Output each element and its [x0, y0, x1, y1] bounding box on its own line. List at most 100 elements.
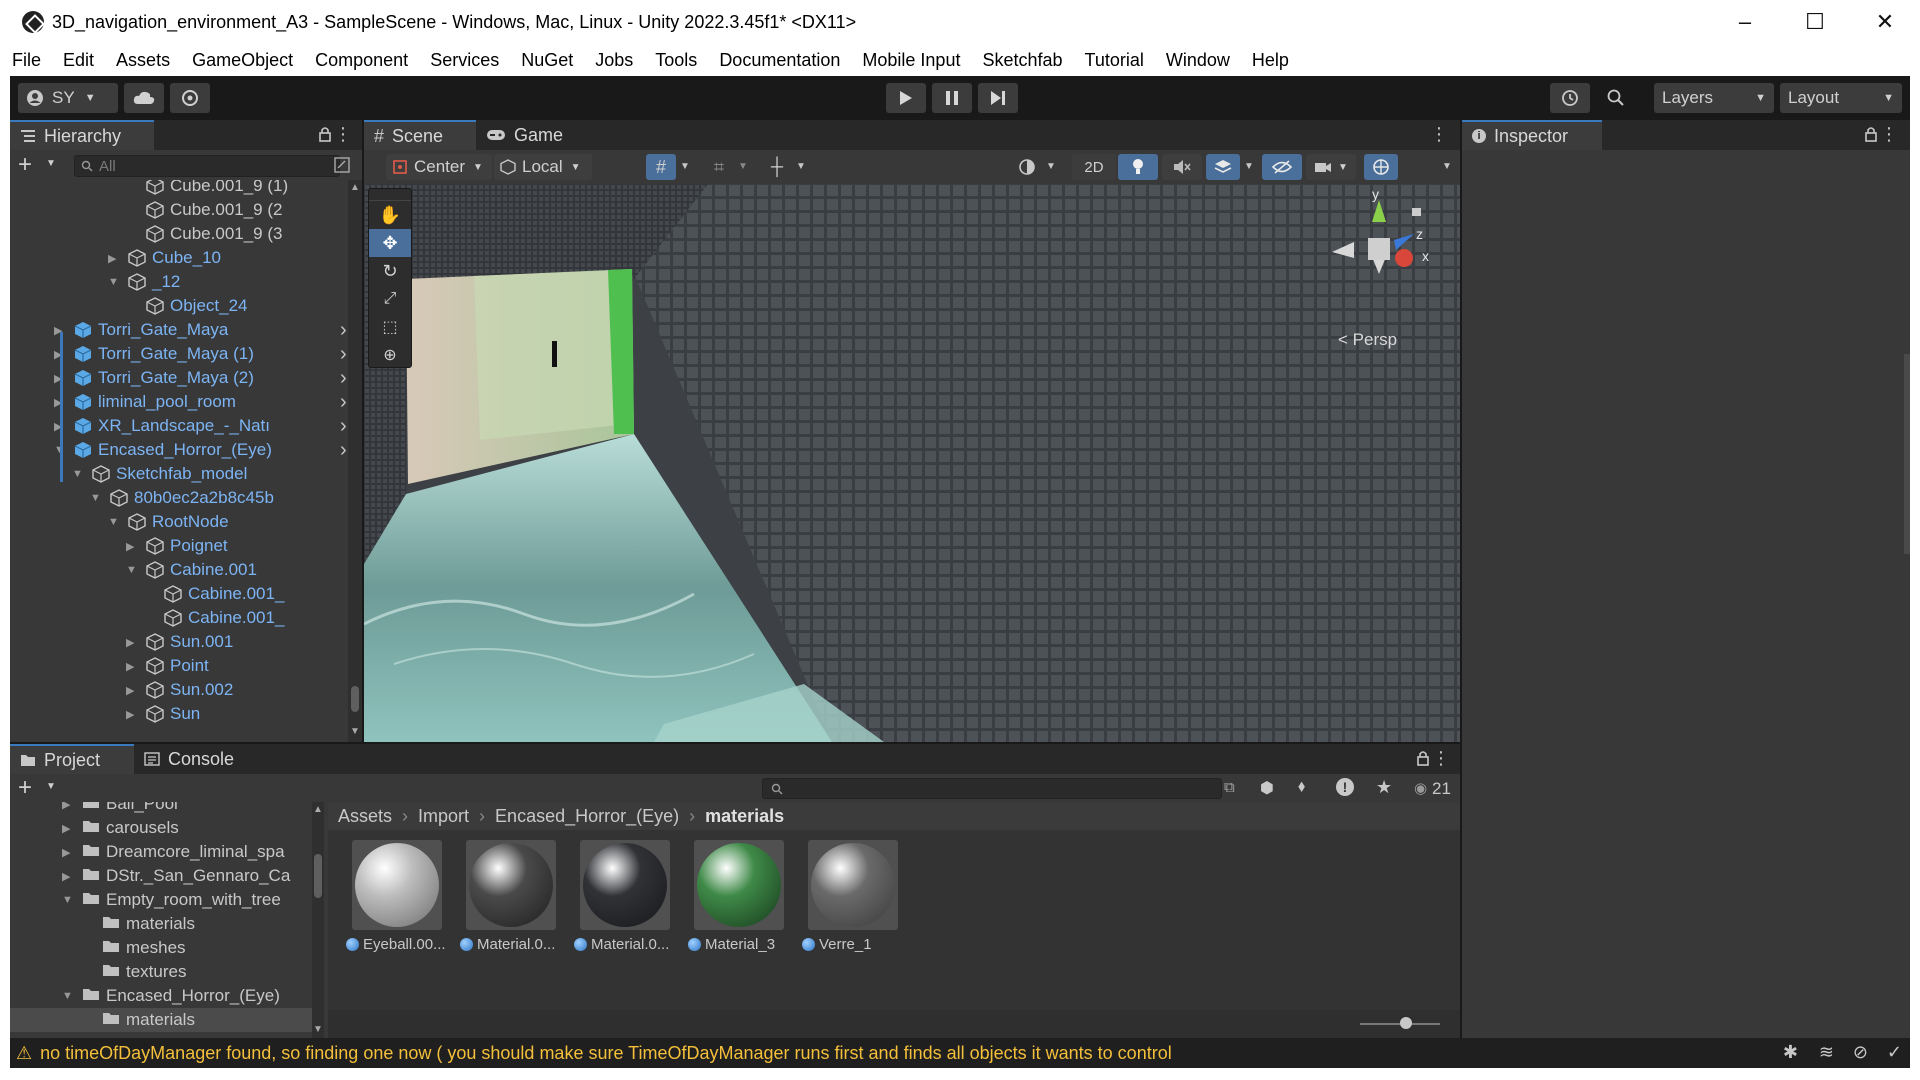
expand-arrow-right-icon[interactable]: ▶ — [62, 870, 76, 883]
menu-documentation[interactable]: Documentation — [719, 50, 840, 71]
hierarchy-item[interactable]: Cabine.001_ — [144, 606, 284, 630]
tab-inspector[interactable]: i Inspector — [1462, 120, 1602, 150]
hierarchy-item[interactable]: ▶ Sun.001 — [126, 630, 233, 654]
tab-hierarchy[interactable]: Hierarchy — [10, 120, 154, 150]
layout-dropdown[interactable]: Layout ▼ — [1780, 83, 1902, 113]
scroll-up-icon[interactable]: ▲ — [350, 182, 360, 193]
hierarchy-item[interactable]: Cube.001_9 (2 — [126, 198, 282, 222]
orientation-gizmo[interactable]: y z x — [1324, 186, 1434, 304]
camera-settings-button[interactable]: ▼ — [1306, 154, 1356, 180]
favorite-star-icon[interactable]: ★ — [1376, 777, 1392, 798]
hand-tool-button[interactable]: ✋ — [369, 201, 411, 229]
chevron-down-icon[interactable]: ▼ — [46, 158, 56, 169]
menu-window[interactable]: Window — [1166, 50, 1230, 71]
hierarchy-item[interactable]: ▼ Cabine.001 — [126, 558, 257, 582]
menu-help[interactable]: Help — [1252, 50, 1289, 71]
open-prefab-chevron-icon[interactable]: › — [340, 367, 347, 390]
search-options-icon[interactable]: ⧉ — [1224, 779, 1235, 796]
rect-tool-button[interactable]: ⬚ — [369, 313, 411, 341]
close-button[interactable]: ✕ — [1850, 0, 1920, 44]
material-asset[interactable]: Eyeball.00... — [346, 840, 446, 970]
hidden-packages-icon[interactable]: ◉ — [1414, 779, 1427, 797]
more-menu-icon[interactable]: ⋮ — [1430, 124, 1448, 145]
menu-tutorial[interactable]: Tutorial — [1085, 50, 1144, 71]
expand-arrow-down-icon[interactable]: ▼ — [62, 990, 76, 1002]
hierarchy-item[interactable]: Cube.001_9 (1) — [126, 180, 288, 198]
ruler-button[interactable]: ┼ — [762, 154, 792, 180]
project-tree-scrollbar[interactable]: ▲ ▼ — [312, 802, 324, 1038]
hierarchy-scrollbar[interactable]: ▲ ▼ — [348, 180, 362, 742]
undo-history-button[interactable] — [1550, 83, 1590, 113]
expand-arrow-down-icon[interactable]: ▼ — [108, 516, 122, 528]
breadcrumb-materials[interactable]: materials — [705, 806, 784, 827]
hierarchy-item[interactable]: Cube.001_9 (3 — [126, 222, 282, 246]
scene-viewport[interactable]: ✋ ✥ ↻ ⤢ ⬚ ⊕ y z x < Persp — [364, 184, 1460, 742]
play-button[interactable] — [886, 83, 926, 113]
expand-arrow-right-icon[interactable]: ▶ — [126, 540, 140, 553]
expand-arrow-right-icon[interactable]: ▶ — [62, 846, 76, 859]
expand-arrow-right-icon[interactable]: ▶ — [126, 660, 140, 673]
project-folder-item[interactable]: ▼ Empty_room_with_tree — [10, 888, 312, 912]
material-asset[interactable]: Material.0... — [574, 840, 674, 970]
scale-tool-button[interactable]: ⤢ — [369, 285, 411, 313]
menu-gameobject[interactable]: GameObject — [192, 50, 293, 71]
hierarchy-item[interactable]: ▶ Point — [126, 654, 209, 678]
material-asset[interactable]: Material.0... — [460, 840, 560, 970]
expand-arrow-down-icon[interactable]: ▼ — [72, 468, 86, 480]
effects-toggle[interactable] — [1206, 154, 1240, 180]
open-prefab-chevron-icon[interactable]: › — [340, 319, 347, 342]
material-asset[interactable]: Material_3 — [688, 840, 788, 970]
expand-arrow-down-icon[interactable]: ▼ — [126, 564, 140, 576]
breadcrumb-assets[interactable]: Assets — [338, 806, 392, 827]
transform-tool-button[interactable]: ⊕ — [369, 341, 411, 369]
expand-arrow-down-icon[interactable]: ▼ — [108, 276, 122, 288]
project-folder-item[interactable]: ▶ carousels — [10, 816, 312, 840]
project-folder-item[interactable]: materials — [10, 1008, 312, 1032]
menu-assets[interactable]: Assets — [116, 50, 170, 71]
tab-project[interactable]: Project — [10, 744, 134, 774]
material-asset[interactable]: Verre_1 — [802, 840, 902, 970]
hierarchy-item[interactable]: ▼ 80b0ec2a2b8c45b — [90, 486, 274, 510]
shading-mode-button[interactable] — [1012, 154, 1042, 180]
minimize-button[interactable]: – — [1710, 0, 1780, 44]
scene-visibility-toggle[interactable] — [1262, 154, 1302, 180]
chevron-down-icon[interactable]: ▼ — [1442, 161, 1452, 172]
add-icon[interactable]: + — [18, 774, 32, 802]
hierarchy-item[interactable]: ▶ Sun.002 — [126, 678, 233, 702]
hierarchy-item[interactable]: ▼ RootNode — [108, 510, 229, 534]
project-folder-item[interactable]: ▶ Ball_Pool — [10, 802, 312, 816]
progress-layers-icon[interactable]: ≋ — [1819, 1042, 1834, 1063]
tab-console[interactable]: Console — [134, 744, 254, 774]
hierarchy-scroll-thumb[interactable] — [351, 686, 359, 712]
layers-dropdown[interactable]: Layers ▼ — [1654, 83, 1774, 113]
lock-icon[interactable] — [1864, 126, 1878, 147]
hierarchy-item[interactable]: ▶ Cube_10 — [108, 246, 221, 270]
project-folder-item[interactable]: ▶ DStr._San_Gennaro_Ca — [10, 864, 312, 888]
cloud-button[interactable] — [124, 83, 164, 113]
step-button[interactable] — [978, 83, 1018, 113]
menu-mobile-input[interactable]: Mobile Input — [862, 50, 960, 71]
menu-file[interactable]: File — [12, 50, 41, 71]
audio-toggle[interactable] — [1162, 154, 1202, 180]
scroll-up-icon[interactable]: ▲ — [313, 804, 323, 815]
expand-arrow-down-icon[interactable]: ▼ — [62, 894, 76, 906]
breadcrumb-import[interactable]: Import — [418, 806, 469, 827]
open-prefab-chevron-icon[interactable]: › — [340, 415, 347, 438]
inspector-scroll-thumb[interactable] — [1904, 354, 1910, 554]
move-tool-button[interactable]: ✥ — [369, 229, 411, 257]
search-button[interactable] — [1596, 83, 1636, 113]
chevron-down-icon[interactable]: ▼ — [738, 161, 748, 172]
perspective-label[interactable]: < Persp — [1338, 330, 1397, 350]
open-prefab-chevron-icon[interactable]: › — [340, 343, 347, 366]
hierarchy-item[interactable]: ▼Encased_Horror_(Eye)› — [54, 438, 347, 462]
expand-arrow-down-icon[interactable]: ▼ — [90, 492, 104, 504]
tab-scene[interactable]: # Scene — [364, 120, 476, 150]
chevron-down-icon[interactable]: ▼ — [46, 781, 56, 792]
expand-arrow-right-icon[interactable]: ▶ — [126, 636, 140, 649]
hierarchy-item[interactable]: ▶ Torri_Gate_Maya (2) › — [54, 366, 347, 390]
scroll-down-icon[interactable]: ▼ — [350, 726, 360, 737]
menu-services[interactable]: Services — [430, 50, 499, 71]
expand-arrow-right-icon[interactable]: ▶ — [126, 684, 140, 697]
maximize-button[interactable]: ☐ — [1780, 0, 1850, 44]
hierarchy-item[interactable]: Cabine.001_ — [144, 582, 284, 606]
